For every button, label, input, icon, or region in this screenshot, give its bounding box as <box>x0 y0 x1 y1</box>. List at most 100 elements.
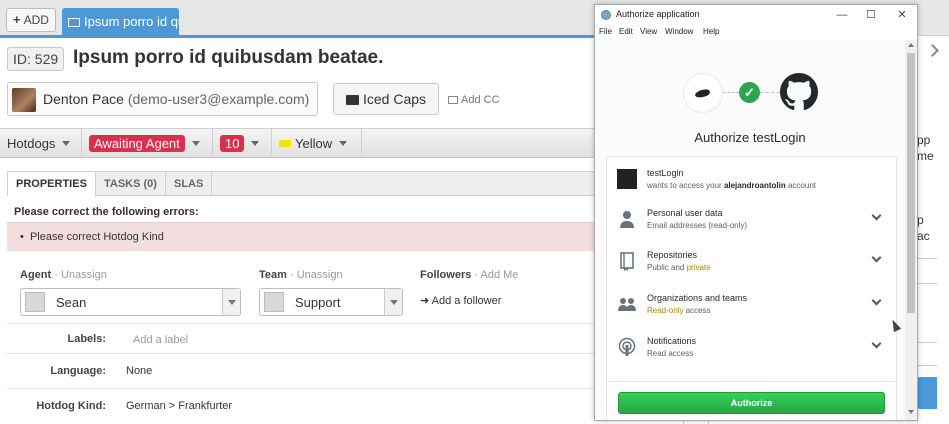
permission-title: Organizations and teams <box>647 293 748 303</box>
maximize-button[interactable]: ☐ <box>858 7 884 23</box>
connector-line <box>723 92 739 93</box>
menu-edit[interactable]: Edit <box>619 27 633 36</box>
app-name: testLogin <box>647 168 684 178</box>
requester-name: Denton Pace <box>43 91 124 107</box>
priority-dropdown[interactable]: 10 <box>213 129 272 158</box>
ticket-tab-label: Ipsum porro id qu <box>84 14 179 29</box>
permission-row-repositories[interactable]: Repositories Public and private <box>607 249 896 289</box>
menu-window[interactable]: Window <box>665 27 693 36</box>
add-cc-link[interactable]: Add CC <box>448 94 500 106</box>
menu-help[interactable]: Help <box>703 27 719 36</box>
ticket-id-badge: ID: 529 <box>7 47 65 71</box>
permission-row-organizations[interactable]: Organizations and teams Read-only access <box>607 292 896 332</box>
permission-row-personal[interactable]: Personal user data Email addresses (read… <box>607 207 896 247</box>
permission-desc: Public and private <box>647 263 711 272</box>
permission-row-notifications[interactable]: Notifications Read access <box>607 335 896 375</box>
chevron-down-icon[interactable] <box>871 338 882 349</box>
chevron-down-icon[interactable] <box>384 289 402 315</box>
error-title: Please correct the following errors: <box>14 206 199 218</box>
separator-dot: · <box>286 269 297 281</box>
add-me-link[interactable]: Add Me <box>481 269 519 281</box>
tab-slas[interactable]: SLAS <box>166 172 213 196</box>
status-dropdown[interactable]: Awaiting Agent <box>82 129 213 158</box>
team-select[interactable]: Support <box>259 288 403 316</box>
right-edge-text: p <box>917 213 924 227</box>
separator-dot: · <box>471 269 481 281</box>
followers-label: Followers · Add Me <box>420 269 518 281</box>
team-label: Team · Unassign <box>259 269 343 281</box>
language-value[interactable]: None <box>126 365 152 377</box>
error-message: • Please correct Hotdog Kind <box>20 231 164 243</box>
add-button-label: ADD <box>23 13 49 27</box>
caret-down-icon <box>62 141 71 146</box>
authorize-button[interactable]: Authorize <box>618 392 885 414</box>
right-input[interactable] <box>917 258 937 284</box>
request-prefix: wants to access your <box>647 181 722 190</box>
add-follower-link[interactable]: ➜ Add a follower <box>420 294 501 307</box>
ticket-title[interactable]: Ipsum porro id quibusdam beatae. <box>73 46 383 70</box>
chevron-down-icon[interactable] <box>871 295 882 306</box>
scrollbar-thumb[interactable] <box>907 53 915 313</box>
chevron-down-icon[interactable] <box>222 289 240 315</box>
ticket-tab[interactable]: Ipsum porro id qu <box>62 8 179 36</box>
agent-unassign-link[interactable]: Unassign <box>61 269 107 281</box>
menu-file[interactable]: File <box>599 27 612 36</box>
requester-email: (demo-user3@example.com) <box>127 91 310 107</box>
permission-desc: Read-only access <box>647 306 711 315</box>
organization-button[interactable]: Iced Caps <box>333 83 439 115</box>
window-title: Authorize application <box>616 9 700 19</box>
add-follower-label: Add a follower <box>431 295 502 307</box>
agent-avatar <box>25 292 45 312</box>
window-titlebar[interactable]: Authorize application — ☐ ✕ <box>595 5 917 25</box>
minimize-button[interactable]: — <box>829 7 855 23</box>
chevron-down-icon[interactable] <box>871 252 882 263</box>
language-field-label: Language: <box>50 365 106 377</box>
scroll-up-arrow-icon[interactable] <box>908 43 914 47</box>
divider <box>607 381 896 382</box>
close-button[interactable]: ✕ <box>889 7 915 23</box>
right-action-button[interactable] <box>917 377 937 409</box>
label-color-value: Yellow <box>295 136 333 151</box>
permission-title: Notifications <box>647 336 697 346</box>
permission-desc-highlight: private <box>686 263 711 272</box>
agent-label-text: Agent <box>20 269 52 281</box>
envelope-icon <box>68 18 80 27</box>
agent-select[interactable]: Sean <box>20 288 241 316</box>
requester-avatar <box>12 88 36 112</box>
scroll-down-arrow-icon[interactable] <box>908 410 914 414</box>
organization-icon <box>618 298 636 311</box>
category-value: Hotdogs <box>7 136 56 151</box>
ticket-properties-bar: Hotdogs Awaiting Agent 10 Yellow <box>0 128 600 158</box>
permission-desc: Read access <box>647 349 694 358</box>
connector-line <box>760 92 780 93</box>
github-icon <box>780 73 818 111</box>
tab-properties[interactable]: PROPERTIES <box>8 172 96 197</box>
authorize-heading: Authorize testLogin <box>694 130 806 145</box>
chevron-down-icon[interactable] <box>871 210 882 221</box>
category-dropdown[interactable]: Hotdogs <box>0 129 82 158</box>
requester-box[interactable]: Denton Pace (demo-user3@example.com) <box>7 82 318 116</box>
separator-dot: · <box>51 269 61 281</box>
color-swatch <box>279 140 291 147</box>
app-request-text: wants to access your alejandroantolin ac… <box>647 181 816 190</box>
agent-value: Sean <box>56 295 87 310</box>
permission-title: Personal user data <box>647 208 723 218</box>
label-color-dropdown[interactable]: Yellow <box>272 129 362 158</box>
labels-field-label: Labels: <box>67 333 106 345</box>
team-unassign-link[interactable]: Unassign <box>297 269 343 281</box>
check-icon: ✓ <box>739 82 760 103</box>
caret-down-icon <box>251 141 260 146</box>
add-button[interactable]: + ADD <box>6 8 56 32</box>
hotdog-kind-field-label: Hotdog Kind: <box>36 400 106 412</box>
permission-desc-text: access <box>685 306 711 315</box>
hotdog-kind-value[interactable]: German > Frankfurter <box>126 400 232 412</box>
app-request-row: testLogin wants to access your alejandro… <box>607 167 896 207</box>
menu-view[interactable]: View <box>640 27 657 36</box>
tab-tasks[interactable]: TASKS (0) <box>96 172 166 196</box>
right-input[interactable] <box>917 342 937 366</box>
tab-strip-underline <box>0 35 600 38</box>
team-label-text: Team <box>259 269 287 281</box>
labels-input[interactable]: Add a label <box>133 334 188 346</box>
caret-down-icon <box>339 141 348 146</box>
permission-desc-text: Public and <box>647 263 685 272</box>
